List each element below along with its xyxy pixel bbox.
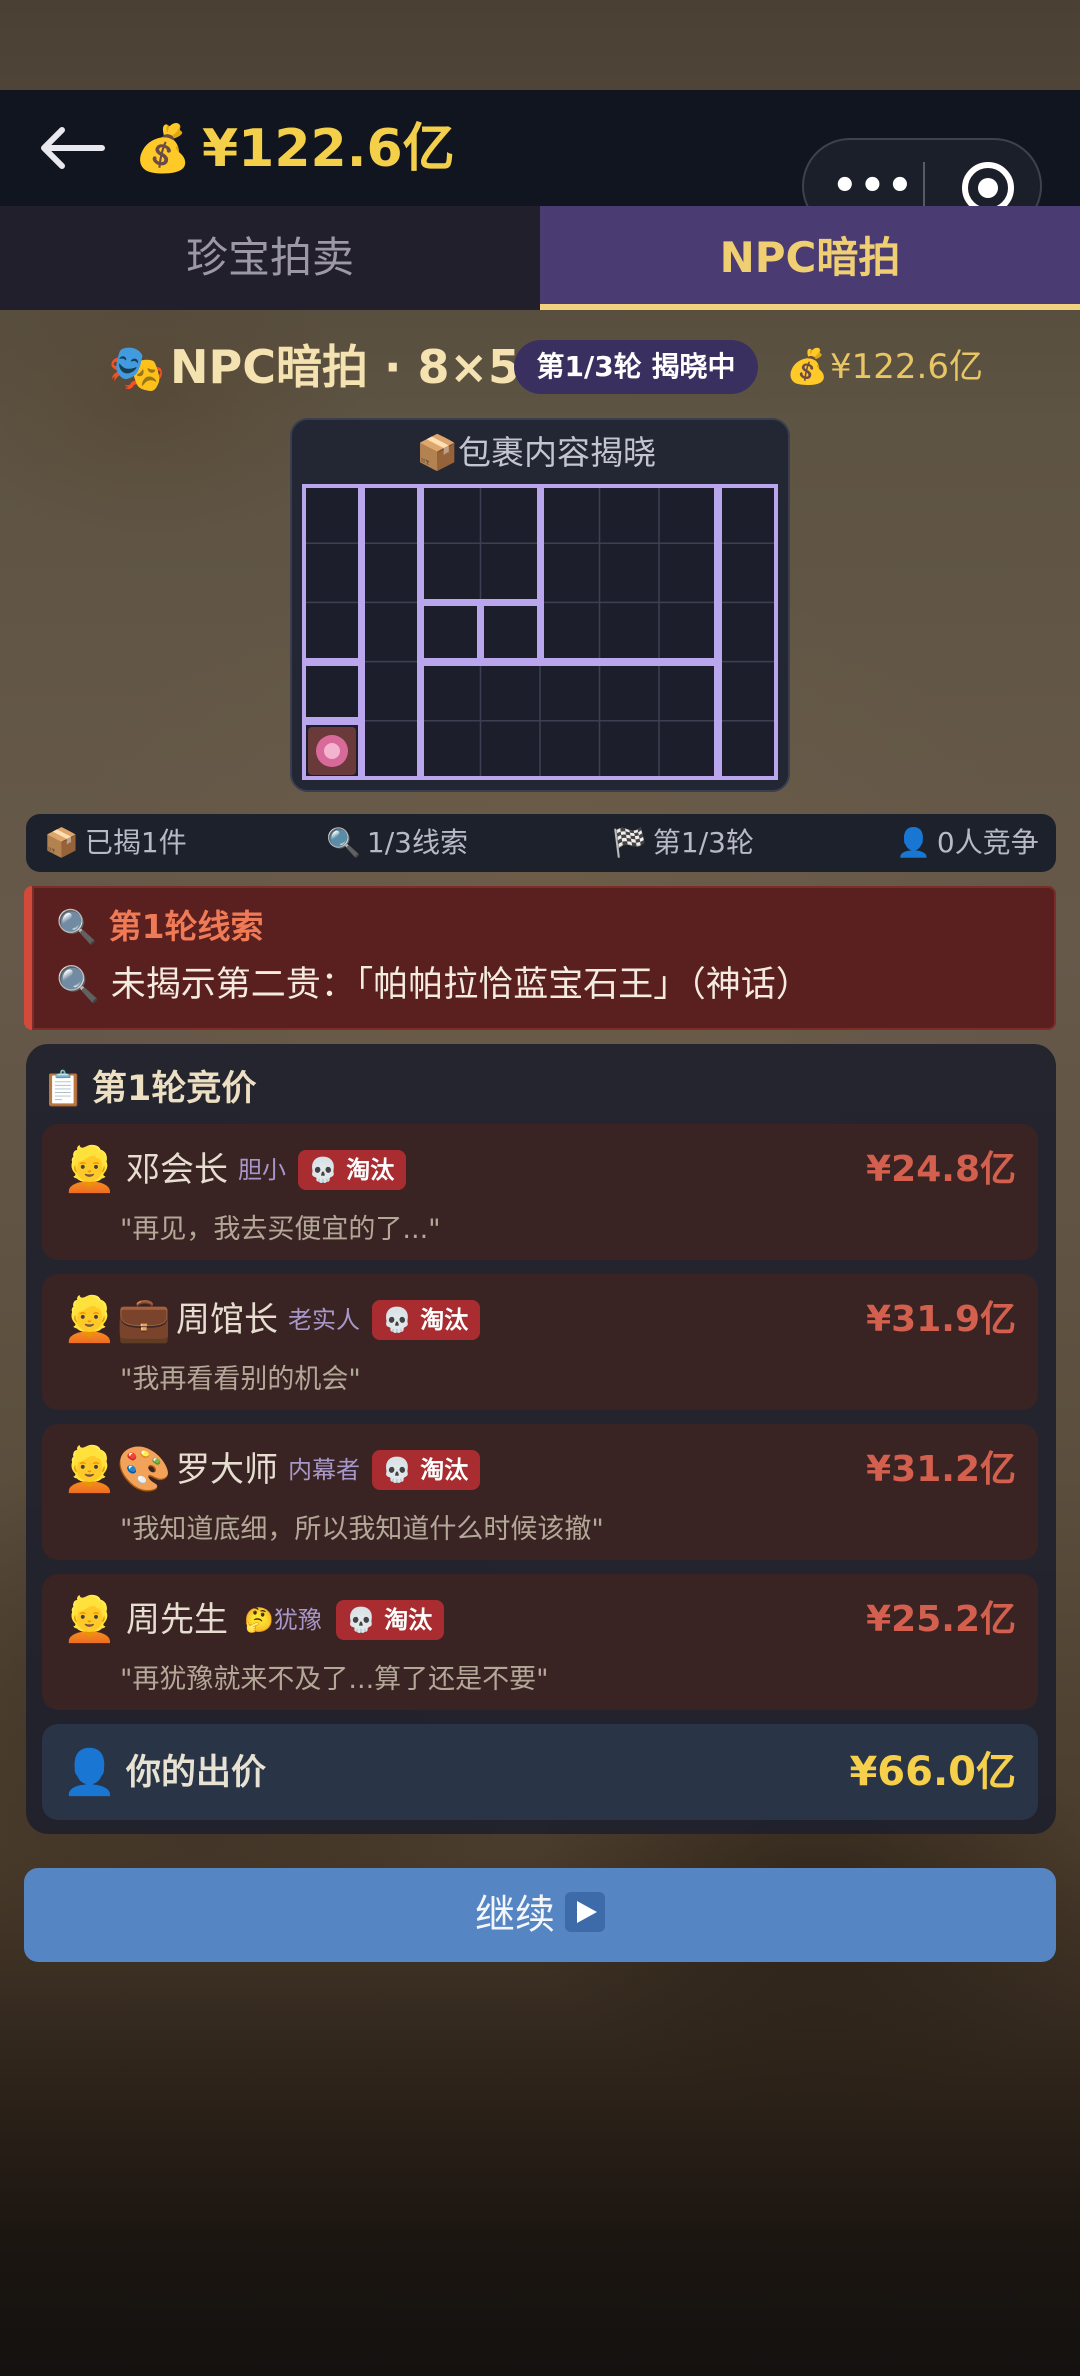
npc-avatar: 👱💼 [62,1294,172,1345]
npc-bid-price: ¥31.2亿 [866,1449,1016,1490]
npc-trait: 胆小 [238,1156,286,1184]
stat-round-text: 第1/3轮 [652,826,754,859]
stat-round: 🏁 第1/3轮 [612,816,754,870]
parcel-grid [302,484,778,780]
npc-bid-price: ¥31.9亿 [866,1299,1016,1340]
user-icon: 👤 [62,1747,117,1798]
clue-text: 🔍 未揭示第二贵：「帕帕拉恰蓝宝石王」（神话） [56,965,811,1005]
balance-display: ¥122.6亿 [202,119,455,179]
npc-name: 邓会长 [126,1150,228,1190]
npc-name: 周先生 [126,1600,228,1640]
skull-icon: 💀 [346,1606,385,1634]
npc-trait: 内幕者 [288,1456,360,1484]
eliminated-badge: 💀 淘汰 [336,1600,445,1640]
stat-competitors-text: 0人竞争 [936,826,1039,859]
eliminated-badge: 💀 淘汰 [372,1450,481,1490]
gem-item-icon [308,727,356,775]
tab-npc-blind-auction[interactable]: NPC暗拍 [540,206,1080,310]
stat-clues-text: 1/3线索 [366,826,468,859]
skull-icon: 💀 [382,1456,421,1484]
npc-avatar: 👱🎨 [62,1444,172,1495]
npc-bid-price: ¥25.2亿 [866,1599,1016,1640]
eliminated-badge: 💀 淘汰 [298,1150,407,1190]
skull-icon: 💀 [308,1156,347,1184]
magnifier-icon: 🔍 [326,826,361,859]
more-dots-icon[interactable]: ••• [832,160,913,212]
clue-title: 🔍 第1轮线索 [56,907,264,946]
round-status-badge: 第1/3轮 揭晓中 [514,340,758,394]
npc-name: 周馆长 [176,1300,278,1340]
back-arrow-icon[interactable] [36,122,108,174]
bidding-title: 第1轮竞价 [92,1069,257,1109]
balance-small: ¥122.6亿 [830,347,983,387]
eliminated-label: 淘汰 [346,1156,395,1184]
package-icon: 📦 [44,826,79,859]
npc-trait: 🤔犹豫 [244,1606,322,1634]
npc-avatar: 👱 [62,1144,117,1195]
package-icon: 📦 [416,433,459,473]
parcel-title: 包裹内容揭晓 [458,433,656,472]
stat-clues: 🔍 1/3线索 [326,816,468,870]
eliminated-label: 淘汰 [420,1306,469,1334]
person-icon: 👤 [896,826,931,859]
eliminated-label: 淘汰 [420,1456,469,1484]
npc-quote: "再见，我去买便宜的了..." [120,1214,441,1245]
eliminated-label: 淘汰 [384,1606,433,1634]
clipboard-icon: 📋 [42,1069,85,1109]
money-bag-icon: 💰 [786,347,829,387]
stat-competitors: 👤 0人竞争 [896,816,1039,870]
stat-revealed-text: 已揭1件 [84,826,187,859]
tab-treasure-auction[interactable]: 珍宝拍卖 [0,206,540,310]
npc-quote: "再犹豫就来不及了...算了还是不要" [120,1664,549,1695]
npc-bid-price: ¥24.8亿 [866,1149,1016,1190]
continue-label: 继续 [475,1892,555,1938]
npc-trait: 老实人 [288,1306,360,1334]
npc-quote: "我知道底细，所以我知道什么时候该撤" [120,1514,604,1545]
play-icon [565,1892,605,1932]
skull-icon: 💀 [382,1306,421,1334]
npc-name: 罗大师 [176,1450,278,1490]
money-bag-icon: 💰 [134,121,192,175]
page-title: NPC暗拍 · 8×5 [170,340,521,394]
your-bid-label: 你的出价 [126,1753,267,1793]
theater-masks-icon: 🎭 [108,341,166,395]
npc-quote: "我再看看别的机会" [120,1364,361,1395]
npc-avatar: 👱 [62,1594,117,1645]
continue-button[interactable]: 继续 [24,1868,1056,1962]
stat-revealed: 📦 已揭1件 [44,816,187,870]
your-bid-price: ¥66.0亿 [849,1749,1016,1795]
eliminated-badge: 💀 淘汰 [372,1300,481,1340]
checkered-flag-icon: 🏁 [612,826,647,859]
